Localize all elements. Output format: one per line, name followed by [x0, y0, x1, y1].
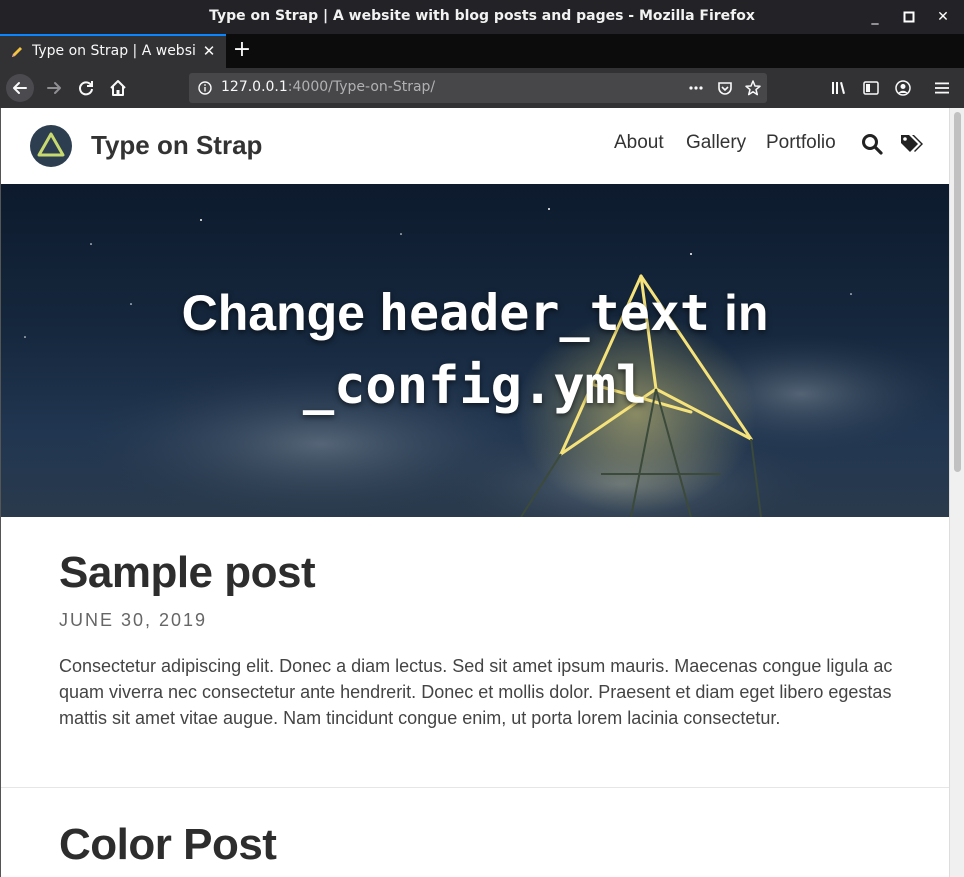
forward-button[interactable] [40, 74, 68, 102]
star-icon[interactable] [744, 79, 762, 97]
hamburger-icon[interactable] [933, 79, 951, 97]
url-host: 127.0.0.1 [221, 79, 288, 95]
reload-icon [79, 81, 93, 96]
minimize-button[interactable]: _ [866, 8, 884, 26]
hero-heading-line2: _config.yml [302, 356, 648, 416]
maximize-icon [903, 11, 915, 23]
reload-button[interactable] [72, 74, 100, 102]
home-button[interactable] [104, 74, 132, 102]
account-icon[interactable] [894, 79, 912, 97]
page-scrollbar[interactable] [949, 108, 964, 877]
tab-bar: Type on Strap | A website with blog post… [0, 34, 964, 68]
tags-icon[interactable] [899, 132, 925, 156]
sidebar-icon[interactable] [862, 79, 880, 97]
post-excerpt: Consectetur adipiscing elit. Donec a dia… [59, 656, 893, 728]
window-title: Type on Strap | A website with blog post… [209, 8, 755, 24]
triangle-logo-icon [37, 132, 65, 157]
tab-close-button[interactable]: ✕ [200, 42, 218, 60]
arrow-left-icon [13, 82, 27, 94]
post-title[interactable]: Color Post [59, 820, 899, 870]
page-viewport: Type on Strap About Gallery Portfolio Ch… [0, 108, 964, 877]
new-tab-button[interactable]: + [230, 39, 254, 63]
info-icon[interactable] [198, 81, 212, 95]
tab-active[interactable]: Type on Strap | A website with blog post… [0, 34, 226, 68]
maximize-button[interactable] [900, 8, 918, 26]
url-text[interactable]: 127.0.0.1:4000/Type-on-Strap/ [221, 79, 435, 95]
home-icon [110, 80, 126, 96]
post-title[interactable]: Sample post [59, 548, 899, 598]
url-path: :4000/Type-on-Strap/ [287, 79, 436, 95]
site-title[interactable]: Type on Strap [91, 130, 262, 161]
site-header: Type on Strap About Gallery Portfolio [1, 108, 949, 184]
post-date: JUNE 30, 2019 [59, 610, 208, 630]
post-divider [1, 787, 949, 788]
hero-background-image [24, 208, 949, 517]
scrollbar-thumb[interactable] [954, 112, 961, 472]
nav-about[interactable]: About [614, 132, 664, 154]
nav-gallery[interactable]: Gallery [686, 132, 746, 154]
nav-portfolio[interactable]: Portfolio [766, 132, 836, 154]
window-titlebar: Type on Strap | A website with blog post… [0, 0, 964, 34]
close-window-button[interactable]: ✕ [934, 8, 952, 26]
back-button[interactable] [6, 74, 34, 102]
hero-word-change: Change [181, 285, 365, 341]
hero-code-header-text: header_text [378, 284, 711, 342]
pocket-icon[interactable] [716, 79, 734, 97]
hero-heading-line1: Change header_text in [1, 284, 949, 342]
library-icon[interactable] [830, 79, 848, 97]
post-card: Sample post JUNE 30, 2019 Consectetur ad… [59, 548, 899, 731]
hero-banner: Change header_text in _config.yml [1, 184, 949, 517]
pencil-icon [12, 47, 22, 57]
ellipsis-icon[interactable] [687, 79, 705, 97]
navigation-toolbar: 127.0.0.1:4000/Type-on-Strap/ [0, 68, 964, 108]
site-logo[interactable] [30, 125, 72, 167]
tab-label: Type on Strap | A website with blog post… [32, 43, 196, 59]
arrow-right-icon [47, 82, 61, 94]
hero-word-in: in [723, 285, 769, 341]
post-card: Color Post [59, 820, 899, 870]
url-bar[interactable]: 127.0.0.1:4000/Type-on-Strap/ [189, 73, 767, 103]
search-icon[interactable] [860, 132, 884, 156]
